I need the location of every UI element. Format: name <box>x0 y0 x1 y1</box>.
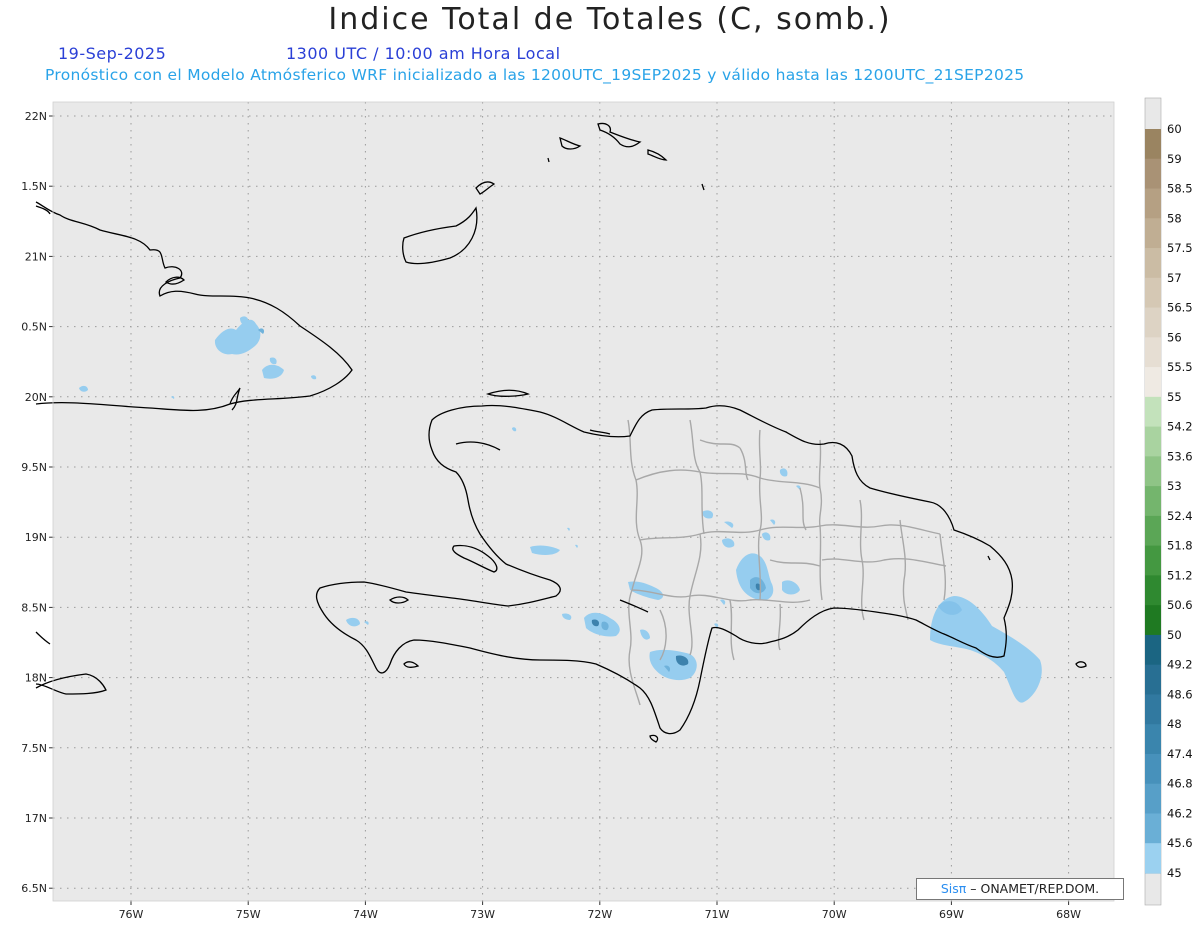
colorbar-label: 55.5 <box>1167 360 1193 374</box>
lat-label: 9.5N <box>21 461 47 474</box>
colorbar-label: 57 <box>1167 271 1182 285</box>
colorbar-label: 46.2 <box>1167 806 1193 820</box>
colorbar-segment <box>1145 277 1161 309</box>
lat-label: 18N <box>25 672 47 685</box>
credit-brand: Sisπ <box>940 881 967 896</box>
colorbar-segment <box>1145 605 1161 636</box>
colorbar-segment <box>1145 634 1161 666</box>
colorbar-segment <box>1145 545 1161 576</box>
lon-label: 72W <box>587 908 612 921</box>
colorbar-label: 45.6 <box>1167 836 1193 850</box>
lon-label: 69W <box>939 908 964 921</box>
colorbar-segment <box>1145 218 1161 249</box>
colorbar-segment <box>1145 515 1161 547</box>
lat-label: 22N <box>25 110 47 123</box>
colorbar-segment <box>1145 813 1161 844</box>
colorbar-label: 60 <box>1167 122 1182 136</box>
colorbar: 60 59 58.5 58 57.5 57 56.5 56 55.5 55 54.2 53.6 53 52… <box>1144 97 1193 906</box>
colorbar-label: 52.4 <box>1167 509 1193 523</box>
lon-label: 75W <box>236 908 261 921</box>
lat-label: 8.5N <box>21 601 47 614</box>
colorbar-label: 48.6 <box>1167 687 1193 701</box>
colorbar-label: 47.4 <box>1167 747 1193 761</box>
longitude-labels: 76W 75W 74W 73W 72W 71W 70W 69W 68W <box>119 908 1082 921</box>
colorbar-label: 51.8 <box>1167 539 1193 553</box>
lat-label: 6.5N <box>21 882 47 895</box>
lon-label: 70W <box>822 908 847 921</box>
colorbar-label: 50 <box>1167 628 1182 642</box>
latitude-labels: 22N 1.5N 21N 0.5N 20N 9.5N 19N 8.5N 18N 7.5N 17N 6.… <box>21 110 47 895</box>
colorbar-segment <box>1145 367 1161 398</box>
lon-label: 76W <box>119 908 144 921</box>
colorbar-segment <box>1145 158 1161 190</box>
colorbar-segment <box>1145 753 1161 785</box>
colorbar-segment <box>1145 337 1161 368</box>
colorbar-label: 57.5 <box>1167 241 1193 255</box>
colorbar-segment <box>1145 307 1161 338</box>
colorbar-label: 58.5 <box>1167 182 1193 196</box>
lon-label: 68W <box>1056 908 1081 921</box>
colorbar-segment <box>1145 694 1161 725</box>
lon-label: 74W <box>353 908 378 921</box>
colorbar-label: 56.5 <box>1167 301 1193 315</box>
colorbar-label: 56 <box>1167 330 1182 344</box>
colorbar-label: 45 <box>1167 866 1182 880</box>
colorbar-segment <box>1145 396 1161 428</box>
lat-label: 17N <box>25 812 47 825</box>
colorbar-segment <box>1145 575 1161 606</box>
colorbar-segment <box>1145 843 1161 873</box>
lat-label: 21N <box>25 250 47 263</box>
colorbar-label: 53 <box>1167 479 1182 493</box>
lat-label: 20N <box>25 391 47 404</box>
colorbar-segment <box>1145 486 1161 517</box>
colorbar-segment <box>1145 724 1161 755</box>
colorbar-segment <box>1145 188 1161 219</box>
lat-label: 19N <box>25 531 47 544</box>
colorbar-segment <box>1145 664 1161 695</box>
colorbar-label: 54.2 <box>1167 420 1193 434</box>
map-background <box>53 102 1114 901</box>
lat-label: 0.5N <box>21 321 47 334</box>
colorbar-label: 49.2 <box>1167 658 1193 672</box>
colorbar-label: 48 <box>1167 717 1182 731</box>
colorbar-segment <box>1145 129 1161 160</box>
colorbar-label: 50.6 <box>1167 598 1193 612</box>
colorbar-label: 51.2 <box>1167 568 1193 582</box>
lat-label: 1.5N <box>21 180 47 193</box>
lon-label: 73W <box>470 908 495 921</box>
lon-label: 71W <box>705 908 730 921</box>
credit-text: – ONAMET/REP.DOM. <box>966 881 1100 896</box>
colorbar-label: 55 <box>1167 390 1182 404</box>
colorbar-segment <box>1145 456 1161 487</box>
colorbar-label: 58 <box>1167 211 1182 225</box>
colorbar-segment <box>1145 783 1161 814</box>
weather-map: 22N 1.5N 21N 0.5N 20N 9.5N 19N 8.5N 18N 7.5N 17N 6.… <box>21 97 1193 921</box>
colorbar-segment <box>1145 248 1161 279</box>
colorbar-label: 59 <box>1167 152 1182 166</box>
colorbar-label: 53.6 <box>1167 449 1193 463</box>
colorbar-label: 46.8 <box>1167 777 1193 791</box>
credit-box: Sisπ – ONAMET/REP.DOM. <box>916 878 1124 900</box>
lat-label: 7.5N <box>21 742 47 755</box>
colorbar-segment <box>1145 426 1161 457</box>
